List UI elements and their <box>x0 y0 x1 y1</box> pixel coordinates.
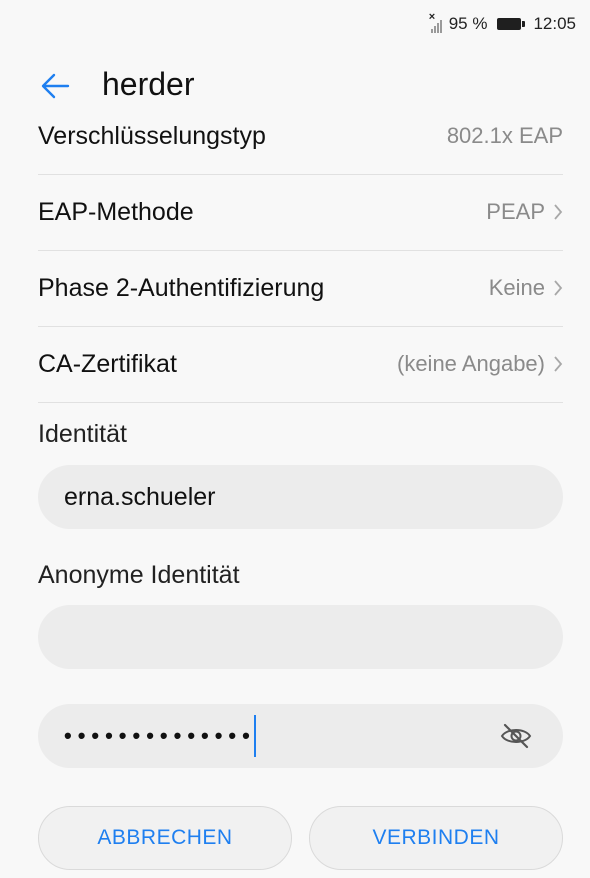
text-cursor <box>253 715 256 757</box>
setting-label: Verschlüsselungstyp <box>38 121 266 150</box>
setting-row-phase2-auth[interactable]: Phase 2-Authentifizierung Keine <box>38 250 563 327</box>
connect-button[interactable]: VERBINDEN <box>309 806 563 870</box>
setting-value-text: Keine <box>488 275 545 300</box>
password-masked-value: •••••••••••••• <box>64 723 256 748</box>
password-input[interactable]: •••••••••••••• <box>38 704 563 768</box>
anonymous-identity-label: Anonyme Identität <box>38 561 240 589</box>
status-bar: × 95 % 12:05 <box>0 0 590 50</box>
setting-value: Keine <box>489 275 563 301</box>
setting-value: 802.1x EAP <box>447 123 563 149</box>
battery-percent: 95 % <box>448 14 488 33</box>
setting-value-text: 802.1x EAP <box>446 123 563 148</box>
identity-input[interactable]: erna.schueler <box>38 465 563 529</box>
chevron-right-icon <box>554 204 563 220</box>
cancel-button[interactable]: ABBRECHEN <box>38 806 292 870</box>
setting-label: CA-Zertifikat <box>38 349 177 378</box>
setting-label: EAP-Methode <box>38 197 194 226</box>
setting-value: (keine Angabe) <box>397 351 563 377</box>
setting-row-ca-certificate[interactable]: CA-Zertifikat (keine Angabe) <box>38 326 563 403</box>
setting-value: PEAP <box>486 199 563 225</box>
setting-row-eap-method[interactable]: EAP-Methode PEAP <box>38 174 563 251</box>
identity-label: Identität <box>38 420 127 448</box>
chevron-right-icon <box>554 356 563 372</box>
no-sim-signal-icon: × <box>429 11 443 33</box>
eye-off-icon[interactable] <box>499 722 533 750</box>
identity-value: erna.schueler <box>64 482 216 511</box>
clock: 12:05 <box>533 14 576 33</box>
chevron-right-icon <box>554 280 563 296</box>
status-indicators: × 95 % 12:05 <box>429 11 576 34</box>
setting-value-text: (keine Angabe) <box>397 351 545 376</box>
setting-value-text: PEAP <box>486 199 545 224</box>
setting-row-encryption-type: Verschlüsselungstyp 802.1x EAP <box>38 98 563 175</box>
setting-label: Phase 2-Authentifizierung <box>38 273 325 302</box>
anonymous-identity-input[interactable] <box>38 605 563 669</box>
battery-icon <box>497 18 526 30</box>
